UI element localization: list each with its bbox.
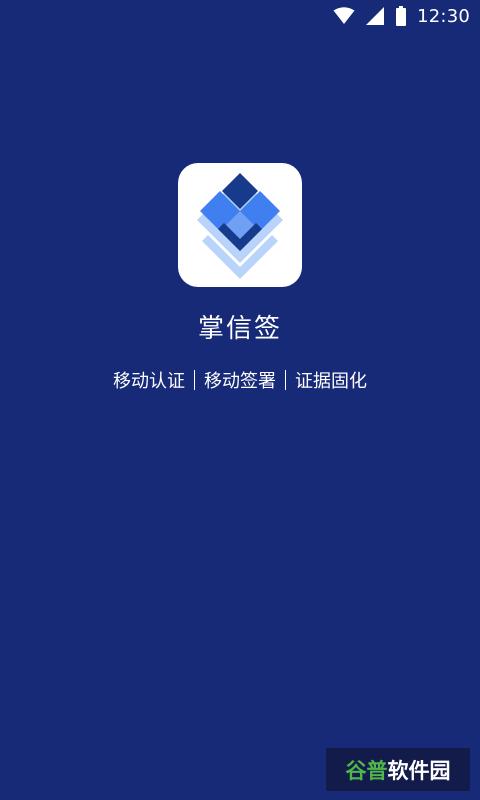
battery-icon bbox=[395, 6, 407, 26]
wifi-icon bbox=[333, 7, 355, 25]
watermark-logo: 谷普 软件园 bbox=[326, 748, 470, 791]
slogan-separator bbox=[285, 370, 286, 390]
watermark-text-part2: 软件园 bbox=[387, 758, 451, 783]
app-name: 掌信签 bbox=[197, 314, 282, 344]
status-bar: 12:30 bbox=[0, 0, 480, 32]
status-icons: 12:30 bbox=[333, 0, 470, 32]
status-time: 12:30 bbox=[417, 5, 470, 27]
slogan: 移动认证 移动签署 证据固化 bbox=[0, 367, 480, 393]
slogan-item-mobile-authentication: 移动认证 bbox=[113, 371, 185, 392]
app-logo-icon bbox=[178, 163, 302, 287]
slogan-item-evidence-preservation: 证据固化 bbox=[295, 371, 367, 392]
slogan-item-mobile-signing: 移动签署 bbox=[204, 371, 276, 392]
splash-screen: 12:30 掌信签 移动认证 移动签署 证据固化 谷普 软件园 bbox=[0, 0, 480, 800]
cellular-signal-icon bbox=[365, 7, 385, 25]
slogan-separator bbox=[194, 370, 195, 390]
watermark-text-part1: 谷普 bbox=[345, 758, 388, 783]
